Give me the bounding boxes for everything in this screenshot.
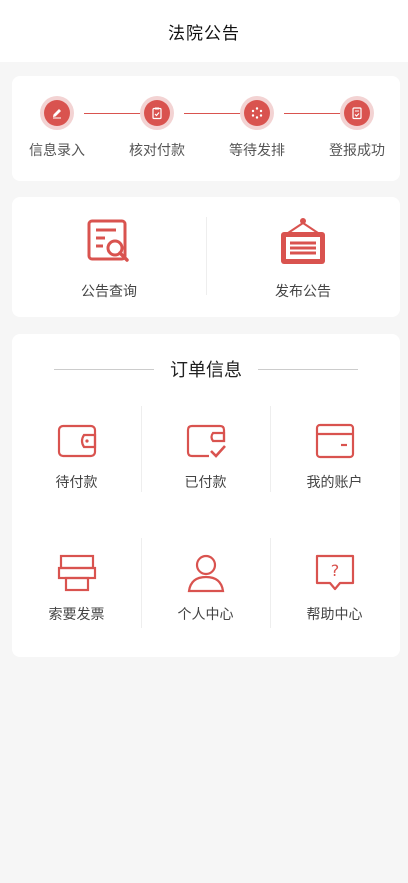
document-check-icon [352, 107, 362, 120]
step-label: 等待发排 [229, 143, 285, 159]
quick-action-label: 发布公告 [275, 284, 331, 300]
pending-payment-button[interactable]: 待付款 [12, 406, 141, 516]
step-label: 登报成功 [329, 143, 385, 159]
header-rule [258, 368, 358, 370]
nav-bar: 法院公告 [0, 0, 408, 62]
grid-item-label: 索要发票 [48, 607, 105, 623]
grid-item-label: 帮助中心 [306, 607, 363, 623]
paid-orders-button[interactable]: 已付款 [141, 406, 270, 516]
step-info-entry: 信息录入 [17, 96, 97, 160]
order-info-card: 订单信息 待付款 已付款 我的账户 索要发票 个人中心 ? 帮助中心 [12, 334, 400, 657]
notice-board-icon [281, 218, 325, 264]
notice-search-button[interactable]: 公告查询 [12, 197, 206, 317]
clipboard-check-icon [152, 107, 162, 120]
progress-steps-card: 信息录入 核对付款 等待发排 登报成功 [12, 76, 400, 181]
user-icon [187, 554, 224, 593]
order-section-title: 订单信息 [170, 360, 242, 381]
grid-item-label: 待付款 [55, 475, 98, 491]
wallet-check-icon [186, 424, 226, 458]
grid-item-label: 个人中心 [177, 607, 234, 623]
printer-icon [57, 554, 96, 592]
step-verify-payment: 核对付款 [117, 96, 197, 160]
help-center-button[interactable]: ? 帮助中心 [270, 538, 399, 648]
order-section-header: 订单信息 [12, 356, 400, 382]
step-published: 登报成功 [317, 96, 397, 160]
step-label: 信息录入 [29, 143, 85, 159]
step-label: 核对付款 [129, 143, 185, 159]
grid-item-label: 我的账户 [306, 475, 363, 491]
page-title: 法院公告 [168, 23, 240, 44]
quick-actions-card: 公告查询 发布公告 [12, 197, 400, 317]
step-await-typesetting: 等待发排 [217, 96, 297, 160]
wallet-icon [57, 424, 96, 458]
header-rule [54, 368, 154, 370]
grid-item-label: 已付款 [184, 475, 227, 491]
personal-center-button[interactable]: 个人中心 [141, 538, 270, 648]
quick-action-label: 公告查询 [81, 284, 137, 300]
svg-text:?: ? [330, 561, 339, 580]
pencil-icon [53, 109, 61, 119]
help-icon: ? [315, 554, 354, 591]
my-account-button[interactable]: 我的账户 [270, 406, 399, 516]
request-invoice-button[interactable]: 索要发票 [12, 538, 141, 648]
publish-notice-button[interactable]: 发布公告 [206, 197, 400, 317]
card-icon [315, 423, 354, 459]
loading-icon [251, 107, 263, 119]
document-search-icon [87, 219, 129, 262]
